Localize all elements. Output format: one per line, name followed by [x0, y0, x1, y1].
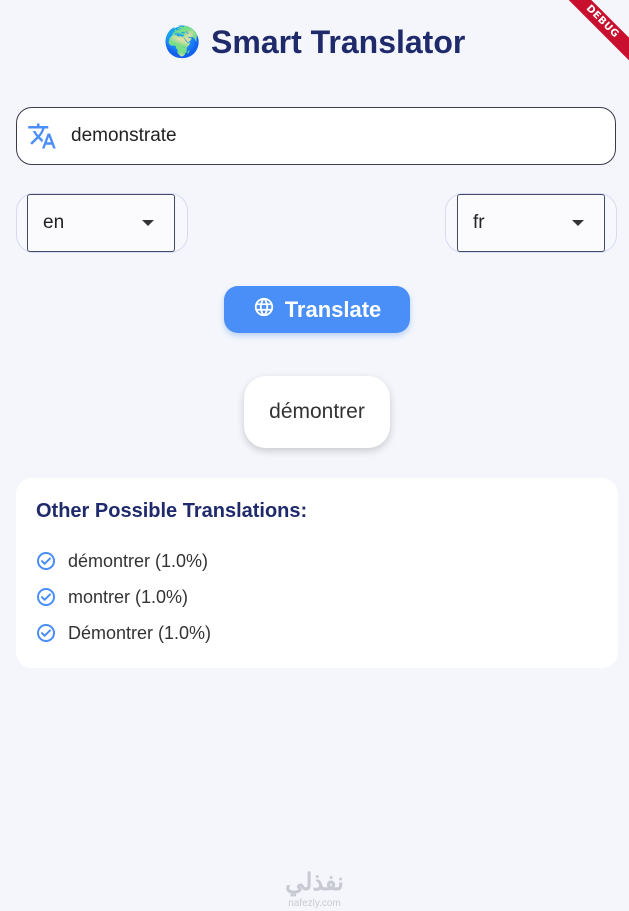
list-item: montrer (1.0%) [36, 579, 598, 615]
alternatives-list: démontrer (1.0%) montrer (1.0%) Démontre… [36, 543, 598, 651]
translation-result-text: démontrer [269, 400, 365, 423]
list-item: Démontrer (1.0%) [36, 615, 598, 651]
translate-icon [27, 121, 57, 151]
alternatives-card: Other Possible Translations: démontrer (… [16, 478, 618, 668]
target-language-container: fr [445, 193, 617, 253]
check-circle-icon [36, 623, 56, 643]
list-item: démontrer (1.0%) [36, 543, 598, 579]
watermark-url: nafezly.com [288, 898, 341, 909]
source-language-container: en [16, 193, 188, 253]
dropdown-arrow-icon [572, 220, 584, 226]
page-title-text: Smart Translator [211, 24, 466, 60]
alternative-text: démontrer (1.0%) [68, 550, 209, 571]
language-globe-icon [253, 296, 275, 324]
check-circle-icon [36, 587, 56, 607]
translate-button[interactable]: Translate [224, 286, 410, 333]
check-circle-icon [36, 551, 56, 571]
alternatives-heading: Other Possible Translations: [36, 500, 308, 522]
page-title: 🌍 Smart Translator [0, 24, 629, 61]
translation-result-card: démontrer [244, 376, 390, 448]
source-language-dropdown[interactable]: en [27, 194, 175, 252]
alternative-text: montrer (1.0%) [68, 586, 189, 607]
source-text-input[interactable]: demonstrate [16, 107, 616, 165]
watermark-logo: نفذلي [285, 869, 344, 896]
source-text-value: demonstrate [71, 125, 177, 146]
target-language-value: fr [473, 212, 485, 233]
globe-emoji-icon: 🌍 [163, 25, 202, 59]
alternative-text: Démontrer (1.0%) [68, 622, 212, 643]
translate-button-label: Translate [284, 296, 382, 322]
source-language-value: en [43, 212, 65, 233]
dropdown-arrow-icon [142, 220, 154, 226]
target-language-dropdown[interactable]: fr [457, 194, 605, 252]
